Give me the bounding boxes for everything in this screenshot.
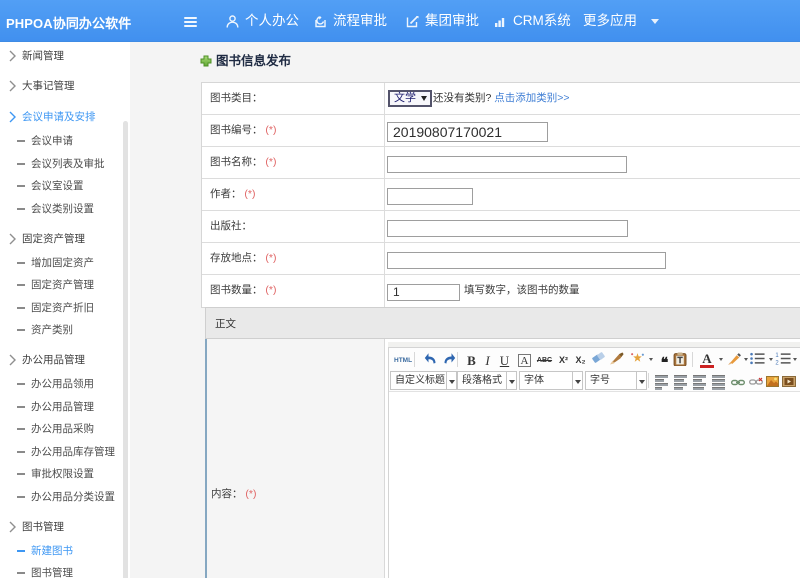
svg-text:1: 1 (775, 353, 779, 359)
svg-text:2: 2 (775, 360, 778, 365)
